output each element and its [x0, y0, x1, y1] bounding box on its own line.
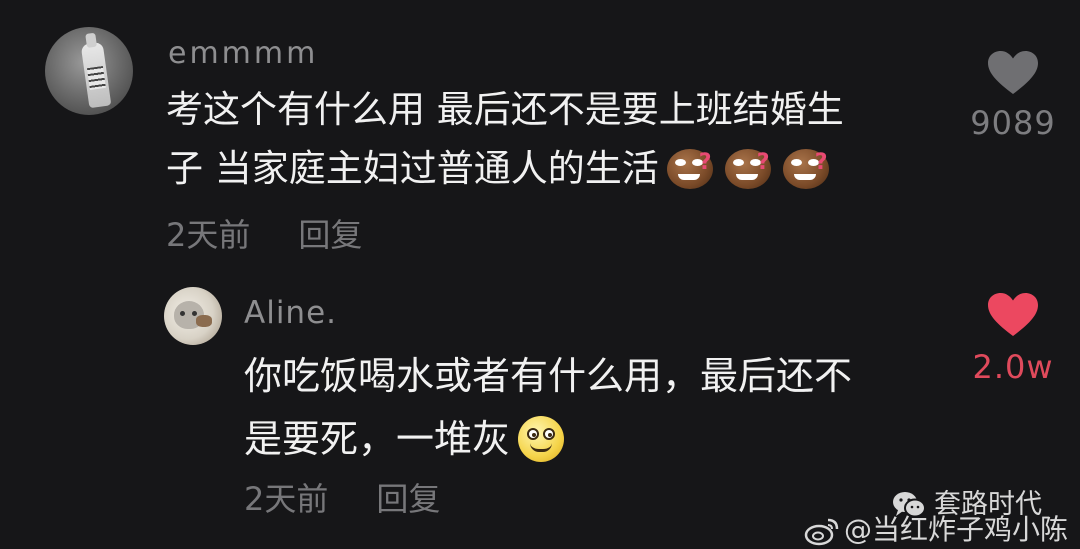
question-mark: ?: [756, 150, 770, 175]
weibo-watermark: @当红炸子鸡小陈: [804, 508, 1068, 548]
smirk-question-emoji: ?: [781, 141, 833, 191]
like-button[interactable]: 9089: [963, 50, 1063, 142]
reply-text-line-content: 是要死，一堆灰: [244, 417, 511, 461]
question-mark: ?: [698, 150, 712, 175]
avatar-paw-image: [196, 315, 212, 327]
smile-emoji: [516, 412, 568, 462]
comment-text-line: 子 当家庭主妇过普通人的生活???: [166, 139, 844, 198]
weibo-icon: [804, 518, 839, 546]
comment-text-line: 考这个有什么用 最后还不是要上班结婚生: [166, 88, 844, 131]
reply-text: 你吃饭喝水或者有什么用，最后还不 是要死，一堆灰: [244, 345, 852, 471]
reply-time: 2天前: [244, 480, 329, 518]
avatar-bottle-image: [80, 41, 112, 109]
weibo-account-name: @当红炸子鸡小陈: [843, 513, 1068, 546]
reply-button[interactable]: 回复: [298, 216, 362, 254]
avatar[interactable]: [45, 27, 133, 115]
reply-text-line: 你吃饭喝水或者有什么用，最后还不: [244, 354, 853, 398]
smirk-question-emoji: ?: [665, 141, 717, 191]
comment-text-line-content: 子 当家庭主妇过普通人的生活: [166, 147, 659, 190]
comment-thread: emmmm 考这个有什么用 最后还不是要上班结婚生 子 当家庭主妇过普通人的生活…: [0, 0, 1080, 549]
reply-meta: 2天前 回复: [244, 474, 440, 520]
comment-text: 考这个有什么用 最后还不是要上班结婚生 子 当家庭主妇过普通人的生活???: [166, 80, 844, 198]
comment-username[interactable]: emmmm: [168, 36, 318, 71]
like-button[interactable]: 2.0w: [963, 292, 1063, 386]
reply-button[interactable]: 回复: [376, 480, 440, 518]
comment-time: 2天前: [166, 216, 251, 254]
heart-icon[interactable]: [987, 50, 1039, 96]
reply-text-line: 是要死，一堆灰: [244, 408, 852, 471]
avatar[interactable]: [164, 287, 222, 345]
question-mark: ?: [814, 150, 828, 175]
reply-username[interactable]: Aline.: [244, 295, 337, 331]
comment-meta: 2天前 回复: [166, 210, 362, 256]
heart-icon[interactable]: [987, 292, 1039, 338]
like-count: 9089: [970, 104, 1056, 142]
like-count: 2.0w: [972, 348, 1054, 386]
smirk-question-emoji: ?: [723, 141, 775, 191]
